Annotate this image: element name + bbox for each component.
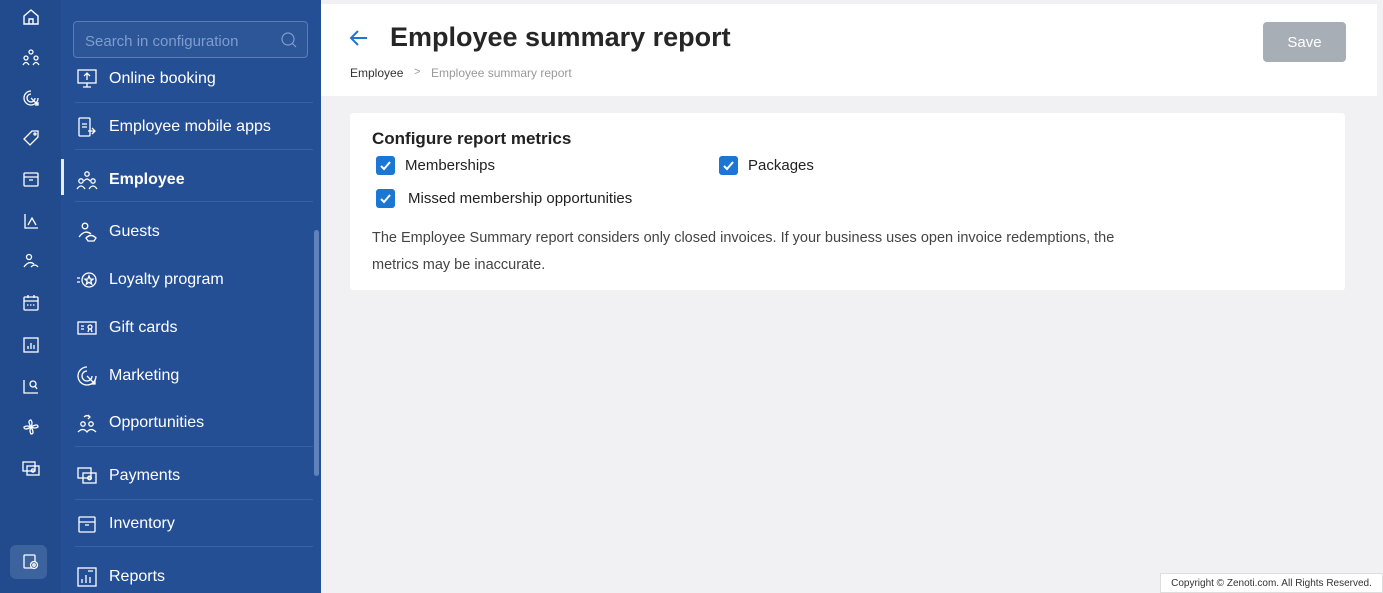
sidebar-item-loyalty-program[interactable]: Loyalty program (61, 257, 313, 303)
settings-icon[interactable] (20, 551, 42, 573)
back-arrow-icon[interactable] (347, 26, 371, 50)
sidebar-item-label: Payments (109, 467, 181, 484)
sidebar-divider (75, 546, 313, 547)
sidebar-divider (75, 446, 313, 447)
packages-checkbox[interactable]: Packages (719, 156, 814, 175)
search-icon[interactable] (281, 32, 297, 48)
memberships-checkbox[interactable]: Memberships (376, 156, 495, 175)
sidebar-divider (75, 201, 313, 202)
calendar-icon[interactable] (20, 292, 42, 314)
checkbox-label: Memberships (405, 157, 496, 174)
sidebar-item-opportunities[interactable]: Opportunities (61, 400, 313, 446)
chart-icon[interactable] (20, 210, 42, 232)
sidebar-item-label: Loyalty program (109, 271, 224, 288)
sidebar-item-label: Guests (109, 223, 160, 240)
info-note: The Employee Summary report considers on… (372, 230, 1115, 273)
sidebar-item-guests[interactable]: Guests (61, 209, 313, 255)
report-metrics-card: Configure report metrics Memberships Pac… (350, 113, 1345, 290)
guest-icon[interactable] (20, 251, 42, 273)
breadcrumb-link-employee[interactable]: Employee (350, 66, 403, 80)
mobile-app-icon (75, 115, 99, 139)
copyright-footer: Copyright © Zenoti.com. All Rights Reser… (1160, 573, 1383, 593)
monitor-upload-icon (75, 67, 99, 91)
sidebar-item-label: Employee mobile apps (109, 118, 271, 135)
breadcrumb-separator: > (414, 66, 421, 78)
tag-icon[interactable] (20, 127, 42, 149)
opportunities-icon (75, 411, 99, 435)
sidebar-item-label: Opportunities (109, 414, 205, 431)
people-icon[interactable] (20, 46, 42, 68)
calendar-box-icon[interactable] (20, 168, 42, 190)
checkmark-icon[interactable] (719, 156, 738, 175)
reports-icon (75, 565, 99, 589)
analytics-icon[interactable] (20, 375, 42, 397)
sidebar-divider (75, 499, 313, 500)
sidebar-item-employee-mobile-apps[interactable]: Employee mobile apps (61, 104, 313, 150)
save-button[interactable]: Save (1263, 22, 1346, 62)
breadcrumb-current: Employee summary report (431, 66, 572, 80)
sidebar-item-online-booking[interactable]: Online booking (61, 56, 313, 102)
payments-icon (75, 464, 99, 488)
sidebar-item-label: Reports (109, 568, 166, 585)
config-sidebar: Search in configuration Online booking E… (61, 0, 321, 593)
checkbox-label: Missed membership opportunities (408, 190, 633, 207)
sidebar-divider (75, 149, 313, 150)
search-input[interactable]: Search in configuration (73, 21, 308, 58)
sidebar-item-gift-cards[interactable]: Gift cards (61, 305, 313, 351)
sidebar-item-label: Gift cards (109, 319, 178, 336)
sidebar-item-label: Online booking (109, 70, 216, 87)
guest-icon (75, 220, 99, 244)
card-title: Configure report metrics (372, 129, 572, 148)
sidebar-item-marketing[interactable]: Marketing (61, 353, 313, 399)
loyalty-star-icon (75, 268, 99, 292)
reports-icon[interactable] (20, 334, 42, 356)
money-icon[interactable] (20, 457, 42, 479)
sidebar-item-label: Marketing (109, 367, 180, 384)
sidebar-item-reports[interactable]: Reports (61, 554, 313, 593)
sidebar-item-employee[interactable]: Employee (61, 157, 313, 203)
page-header: Employee summary report Employee > Emplo… (321, 4, 1377, 96)
search-placeholder: Search in configuration (85, 33, 239, 50)
employee-group-icon (75, 168, 99, 192)
marketing-icon (75, 364, 99, 388)
inventory-box-icon (75, 512, 99, 536)
checkbox-label: Packages (748, 157, 814, 174)
sidebar-item-inventory[interactable]: Inventory (61, 501, 313, 547)
icon-rail (0, 0, 61, 593)
fan-icon[interactable] (20, 416, 42, 438)
checkmark-icon[interactable] (376, 156, 395, 175)
gift-card-icon (75, 316, 99, 340)
sidebar-item-label: Employee (109, 171, 185, 188)
missed-membership-opportunities-checkbox[interactable]: Missed membership opportunities (376, 189, 632, 208)
home-icon[interactable] (20, 6, 42, 28)
sidebar-divider (75, 102, 313, 103)
sidebar-scrollbar[interactable] (314, 230, 319, 476)
sidebar-item-payments[interactable]: Payments (61, 453, 313, 499)
marketing-icon[interactable] (20, 87, 42, 109)
sidebar-item-label: Inventory (109, 515, 175, 532)
page-title: Employee summary report (390, 22, 731, 52)
checkmark-icon[interactable] (376, 189, 395, 208)
